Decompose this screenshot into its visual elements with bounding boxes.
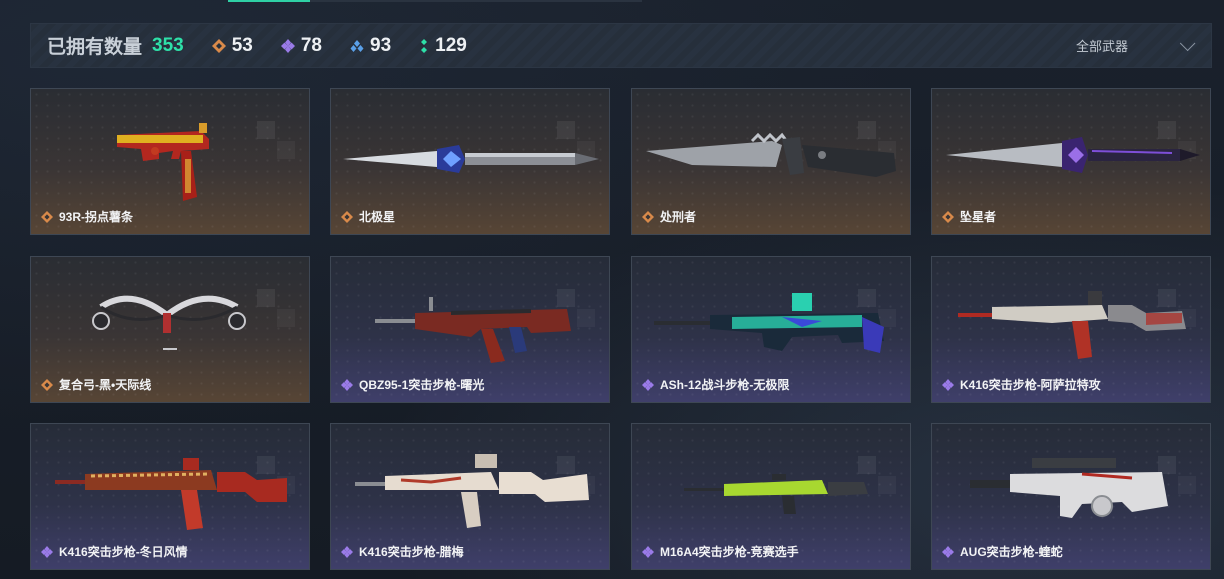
weapon-card[interactable]: K416突击步枪-冬日风情: [30, 423, 310, 570]
rifle-icon: [654, 293, 884, 353]
weapon-name: 处刑者: [660, 210, 697, 224]
weapon-card[interactable]: QBZ95-1突击步枪-曙光: [330, 256, 610, 403]
weapon-card[interactable]: K416突击步枪-阿萨拉特攻: [931, 256, 1211, 403]
knife-icon: [646, 132, 896, 177]
weapon-name: K416突击步枪-阿萨拉特攻: [960, 378, 1101, 392]
weapon-name: K416突击步枪-腊梅: [359, 545, 464, 559]
orange-rarity-icon: [642, 211, 654, 223]
rifle-icon: [958, 291, 1186, 359]
weapon-name: 复合弓-黑•天际线: [59, 378, 152, 392]
stat-purple: 78: [280, 34, 322, 57]
stat-green-value: 129: [435, 34, 467, 56]
weapon-card[interactable]: AUG突击步枪-蝰蛇: [931, 423, 1211, 570]
stat-orange: 53: [211, 34, 253, 57]
purple-rarity-icon: [642, 379, 654, 391]
rifle-icon: [55, 458, 287, 530]
dagger-icon: [343, 145, 599, 173]
active-tab-indicator: [228, 0, 310, 2]
weapon-name: 坠星者: [960, 210, 997, 224]
bow-icon: [92, 295, 246, 350]
rifle-icon: [355, 454, 589, 528]
purple-rarity-icon: [280, 38, 295, 53]
weapon-card[interactable]: 处刑者: [631, 88, 911, 235]
weapon-card[interactable]: 93R-拐点薯条: [30, 88, 310, 235]
weapon-card[interactable]: ASh-12战斗步枪-无极限: [631, 256, 911, 403]
weapon-card[interactable]: M16A4突击步枪-竞赛选手: [631, 423, 911, 570]
owned-label: 已拥有数量: [47, 37, 143, 58]
weapon-name: AUG突击步枪-蝰蛇: [960, 545, 1063, 559]
weapon-name: 北极星: [359, 210, 396, 224]
top-tab-indicator: [228, 0, 642, 2]
stats-bar: 已拥有数量 353 53 78 93 129 全部武器: [30, 23, 1212, 68]
stat-orange-value: 53: [231, 34, 253, 56]
pistol-icon: [117, 123, 209, 201]
stat-blue-value: 93: [370, 34, 392, 56]
orange-rarity-icon: [41, 379, 53, 391]
weapon-collection-page: 已拥有数量 353 53 78 93 129 全部武器 93R-拐点薯条 北极星…: [0, 0, 1224, 579]
blue-rarity-icon: [350, 39, 364, 52]
weapon-card[interactable]: K416突击步枪-腊梅: [330, 423, 610, 570]
purple-rarity-icon: [942, 379, 954, 391]
orange-rarity-icon: [942, 211, 954, 223]
dagger-icon: [946, 137, 1200, 173]
filter-label: 全部武器: [1075, 39, 1128, 54]
weapon-name: QBZ95-1突击步枪-曙光: [359, 378, 485, 392]
weapon-name: ASh-12战斗步枪-无极限: [660, 378, 790, 392]
stat-purple-value: 78: [300, 34, 322, 56]
weapon-card[interactable]: 坠星者: [931, 88, 1211, 235]
purple-rarity-icon: [341, 546, 353, 558]
rifle-icon: [684, 474, 868, 514]
purple-rarity-icon: [642, 546, 654, 558]
weapon-name: K416突击步枪-冬日风情: [59, 545, 188, 559]
stat-green: 129: [419, 35, 467, 57]
green-rarity-icon: [421, 38, 428, 53]
weapon-name: M16A4突击步枪-竞赛选手: [660, 545, 799, 559]
orange-rarity-icon: [211, 38, 226, 53]
orange-rarity-icon: [41, 211, 53, 223]
weapon-card[interactable]: 复合弓-黑•天际线: [30, 256, 310, 403]
purple-rarity-icon: [942, 546, 954, 558]
owned-count: 353: [152, 34, 184, 56]
purple-rarity-icon: [341, 379, 353, 391]
rifle-icon: [375, 297, 571, 363]
chevron-down-icon: [1179, 35, 1196, 52]
orange-rarity-icon: [341, 211, 353, 223]
stat-blue: 93: [350, 35, 391, 57]
weapon-name: 93R-拐点薯条: [59, 210, 134, 224]
weapon-card[interactable]: 北极星: [330, 88, 610, 235]
purple-rarity-icon: [41, 546, 53, 558]
rifle-icon: [970, 458, 1168, 518]
weapon-filter-dropdown[interactable]: 全部武器: [1075, 35, 1196, 55]
